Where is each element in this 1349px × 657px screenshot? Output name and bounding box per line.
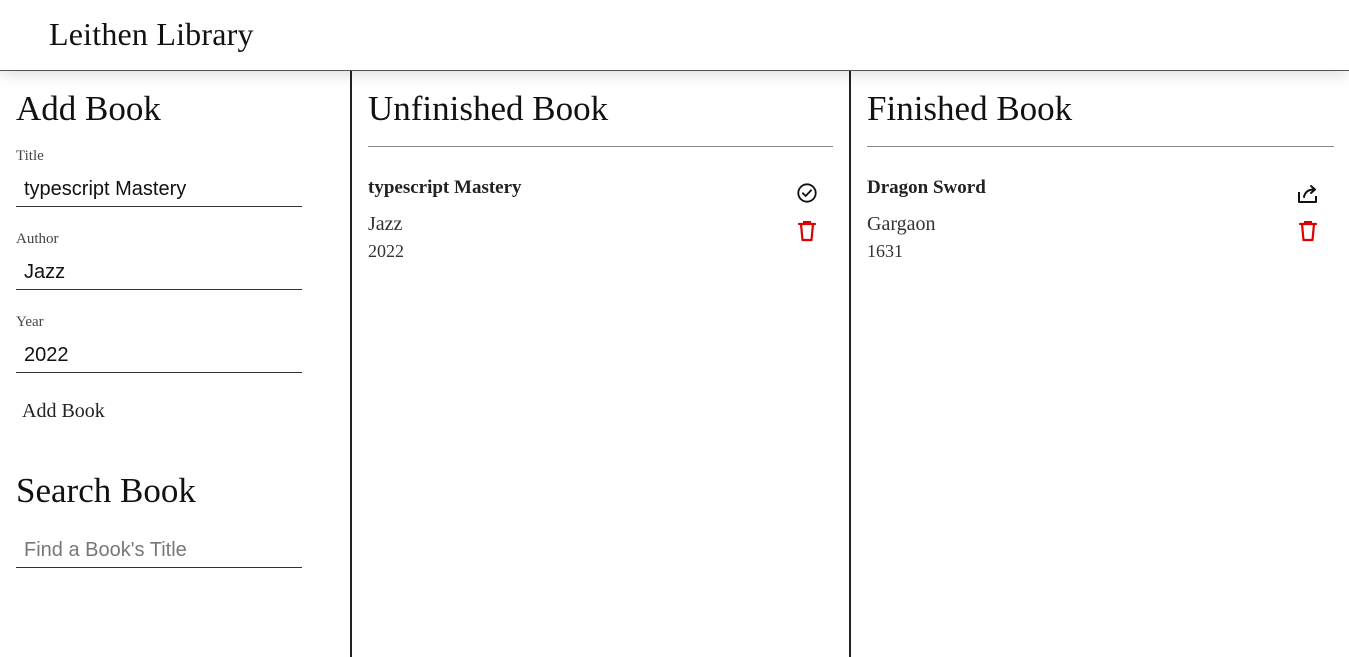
book-year: 2022 (368, 241, 404, 261)
book-title: Dragon Sword (867, 177, 986, 198)
finished-divider (867, 146, 1334, 147)
mark-unfinished-button[interactable] (1296, 181, 1320, 205)
year-label: Year (16, 314, 44, 330)
author-input[interactable] (16, 256, 302, 290)
book-author: Jazz (368, 213, 403, 235)
finished-book-panel: Finished Book Dragon Sword Gargaon 1631 (849, 71, 1349, 657)
book-title: typescript Mastery (368, 177, 522, 198)
unfinished-book-panel: Unfinished Book typescript Mastery Jazz … (350, 71, 849, 657)
title-label: Title (16, 148, 44, 164)
year-input[interactable] (16, 339, 302, 373)
add-book-button[interactable]: Add Book (16, 396, 111, 427)
title-input[interactable] (16, 173, 302, 207)
delete-book-button[interactable] (795, 219, 819, 243)
author-label: Author (16, 231, 59, 247)
share-undo-icon (1296, 181, 1320, 205)
mark-finished-button[interactable] (795, 181, 819, 205)
unfinished-divider (368, 146, 833, 147)
add-search-panel: Add Book Title Author Year Add Book Sear… (0, 71, 350, 657)
unfinished-book-heading: Unfinished Book (368, 89, 609, 128)
search-book-heading: Search Book (16, 471, 196, 510)
trash-icon (1297, 219, 1319, 243)
book-year: 1631 (867, 241, 903, 261)
check-circle-icon (796, 182, 818, 204)
unfinished-book-item: typescript Mastery Jazz 2022 (368, 177, 833, 277)
app-title: Leithen Library (49, 16, 254, 52)
finished-book-heading: Finished Book (867, 89, 1073, 128)
add-book-heading: Add Book (16, 89, 161, 128)
delete-book-button[interactable] (1296, 219, 1320, 243)
trash-icon (796, 219, 818, 243)
book-author: Gargaon (867, 213, 936, 235)
search-input[interactable] (16, 534, 302, 568)
top-bar: Leithen Library (0, 0, 1349, 71)
finished-book-item: Dragon Sword Gargaon 1631 (867, 177, 1334, 277)
